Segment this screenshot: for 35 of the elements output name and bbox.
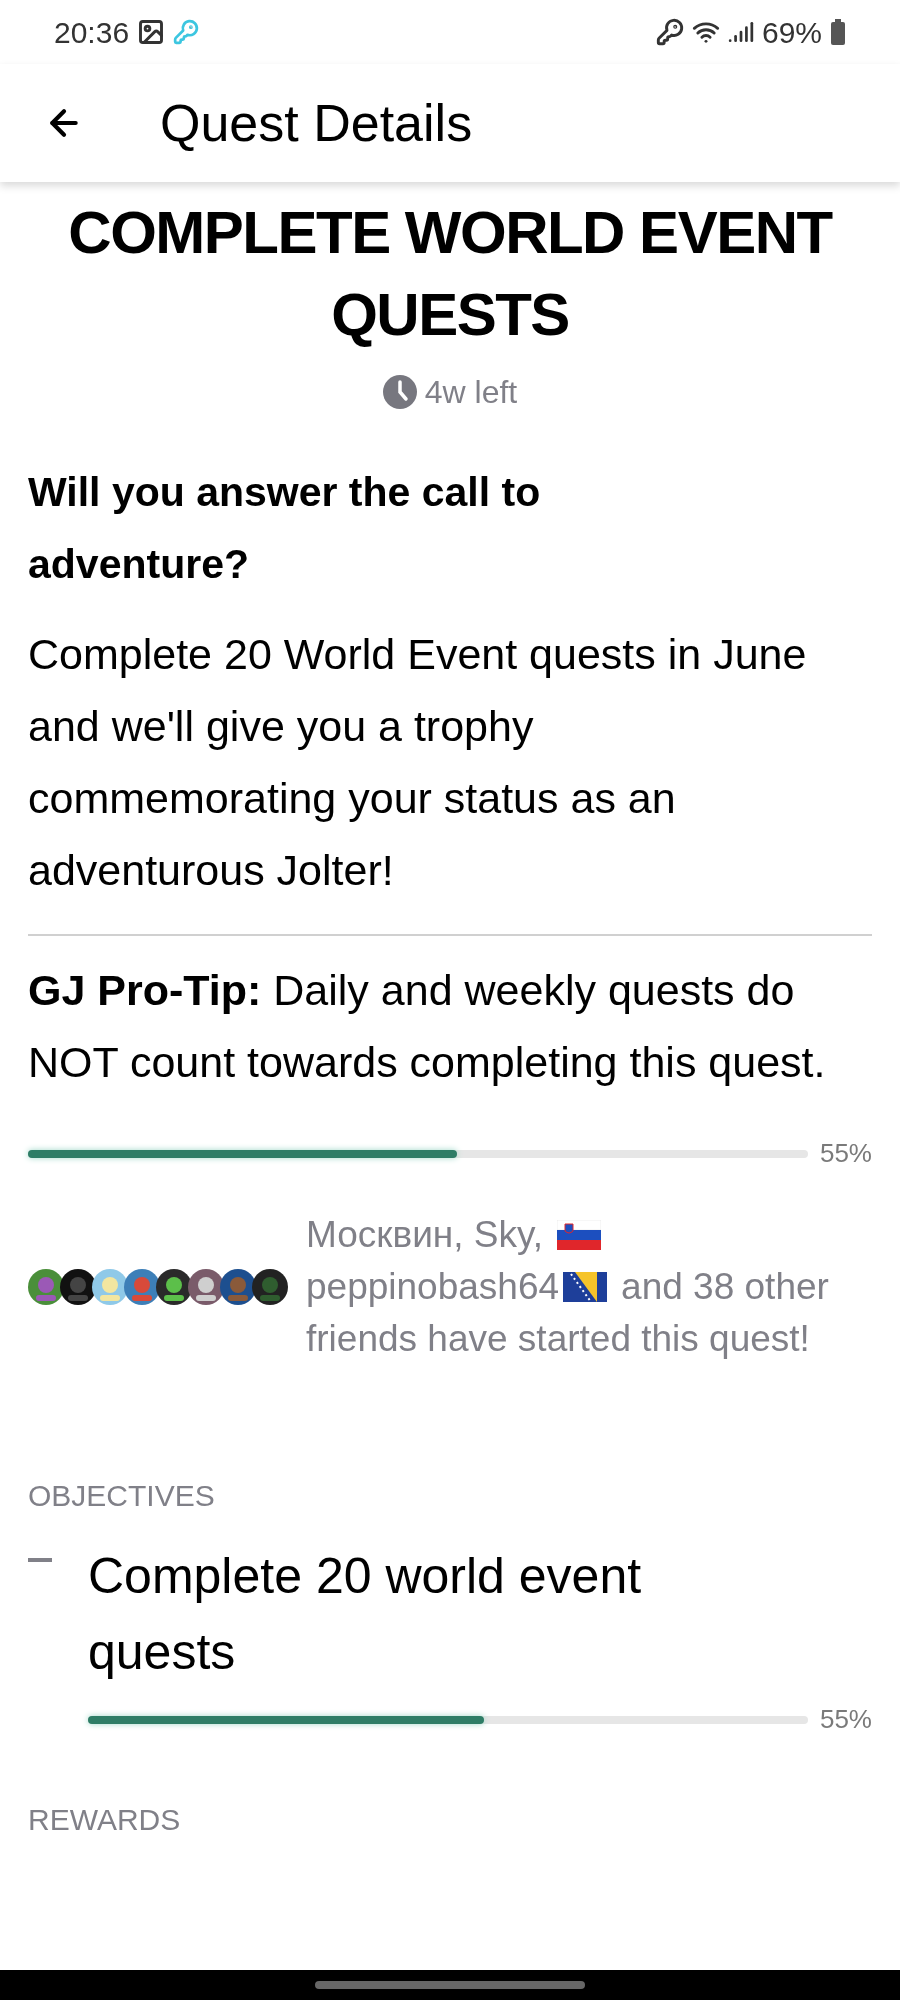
- avatar: [92, 1269, 128, 1305]
- battery-icon: [830, 19, 846, 45]
- avatar: [220, 1269, 256, 1305]
- avatar: [28, 1269, 64, 1305]
- objective-text: Complete 20 world event quests: [88, 1547, 643, 1682]
- progress-percent: 55%: [819, 1137, 872, 1170]
- key-icon: [173, 19, 200, 45]
- key-icon: [655, 18, 684, 46]
- friends-started-text: friends have started this quest!: [306, 1317, 811, 1361]
- avatar: [124, 1269, 160, 1305]
- home-handle[interactable]: [315, 1981, 585, 1989]
- quest-question: Will you answer the call to adventure?: [28, 468, 542, 589]
- section-heading: REWARDS: [28, 1802, 182, 1838]
- friend-name: peppinobash64: [306, 1265, 560, 1309]
- avatar: [156, 1269, 192, 1305]
- avatar: [252, 1269, 288, 1305]
- quest-title: COMPLETE WORLD EVENT: [68, 198, 832, 268]
- quest-description: Complete 20 World Event quests in June and we'll give you a trophy commemorating your status as an adventurous Jolter!: [28, 629, 808, 896]
- quest-title: QUESTS: [331, 280, 569, 350]
- friend-names: Москвин, Sky,: [306, 1213, 544, 1257]
- flag-icon: [563, 1272, 608, 1302]
- friends-started-text: and 38 other: [621, 1265, 829, 1309]
- clock-icon: [382, 375, 417, 409]
- flag-icon: [557, 1220, 602, 1250]
- time-left: 4w left: [424, 373, 518, 412]
- signal-icon: [727, 19, 754, 45]
- avatar: [188, 1269, 224, 1305]
- battery-percent: 69%: [761, 14, 822, 51]
- avatar: [60, 1269, 96, 1305]
- page-title: Quest Details: [160, 93, 473, 154]
- status-time: 20:36: [54, 14, 130, 51]
- pro-tip: GJ Pro-Tip: Daily and weekly quests do NOT count towards completing this quest.: [28, 965, 827, 1088]
- image-icon: [137, 18, 166, 46]
- progress-percent: 55%: [819, 1703, 872, 1736]
- section-heading: OBJECTIVES: [28, 1478, 216, 1514]
